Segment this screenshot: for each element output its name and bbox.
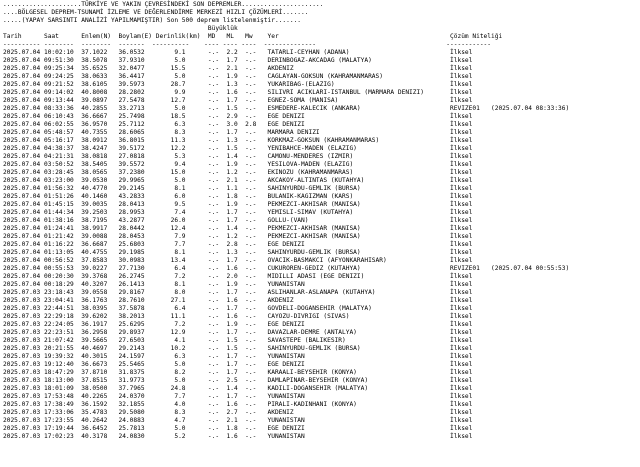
earthquake-row: 2025.07.04 09:24:25 38.0633 36.4417 5.0 …: [3, 73, 473, 80]
earthquake-row: 2025.07.03 22:29:18 39.6202 38.2013 11.1…: [3, 313, 473, 320]
earthquake-row: 2025.07.04 01:51:26 40.1460 43.2833 6.0 …: [3, 193, 473, 200]
earthquake-row: 2025.07.04 03:28:45 38.0565 37.2380 15.0…: [3, 169, 473, 176]
earthquake-row: 2025.07.03 18:13:00 37.8515 31.9773 5.0 …: [3, 377, 473, 384]
header-banner-line-3: .....(YAPAY SARSINTI ANALİZİ YAPILMAMIŞT…: [3, 17, 302, 24]
earthquake-row: 2025.07.03 17:23:55 40.2642 24.0883 4.7 …: [3, 417, 473, 424]
earthquake-row: 2025.07.04 01:44:34 39.2503 28.9953 7.4 …: [3, 209, 473, 216]
earthquake-row: 2025.07.04 00:56:52 37.8583 30.0983 13.4…: [3, 257, 473, 264]
earthquake-row: 2025.07.03 22:23:51 36.2958 29.8937 12.9…: [3, 329, 473, 336]
earthquake-row: 2025.07.03 17:02:23 40.3178 24.0830 5.2 …: [3, 433, 473, 440]
earthquake-row: 2025.07.04 04:21:31 38.0818 27.0818 5.3 …: [3, 153, 473, 160]
magnitude-group-label: Büyüklük: [3, 25, 238, 32]
earthquake-row: 2025.07.04 09:51:30 38.5078 37.9310 5.0 …: [3, 57, 473, 64]
column-headers: Tarih Saat Enlem(N) Boylam(E) Derinlik(k…: [3, 33, 503, 40]
earthquake-row: 2025.07.04 09:14:02 40.8008 28.2802 9.9 …: [3, 89, 473, 96]
earthquake-row: 2025.07.03 17:19:44 36.6452 25.7813 5.0 …: [3, 425, 473, 432]
earthquake-row: 2025.07.03 23:18:43 39.0558 29.8167 8.0 …: [3, 289, 473, 296]
earthquake-row: 2025.07.04 10:02:10 37.1022 36.0532 9.1 …: [3, 49, 473, 56]
earthquake-row: 2025.07.04 01:56:32 40.4770 29.2145 8.1 …: [3, 185, 473, 192]
earthquake-row: 2025.07.03 20:21:55 40.4697 29.2143 10.2…: [3, 345, 473, 352]
earthquake-row: 2025.07.04 08:33:36 40.2855 33.2713 5.0 …: [3, 105, 570, 112]
earthquake-row: 2025.07.03 18:01:09 38.0500 37.7965 24.8…: [3, 385, 473, 392]
earthquake-row: 2025.07.03 17:33:06 35.4783 29.5080 8.3 …: [3, 409, 473, 416]
earthquake-row: 2025.07.03 22:44:51 38.0395 37.5878 6.4 …: [3, 305, 473, 312]
earthquake-row: 2025.07.03 21:07:42 39.5665 27.6503 4.1 …: [3, 337, 473, 344]
earthquake-row: 2025.07.03 17:53:48 40.2265 24.0370 7.7 …: [3, 393, 473, 400]
earthquake-row: 2025.07.03 18:47:29 37.8710 31.8375 8.2 …: [3, 369, 473, 376]
earthquake-row: 2025.07.04 03:50:52 38.5405 39.5572 9.4 …: [3, 161, 473, 168]
earthquake-row: 2025.07.04 09:21:52 38.6105 39.5973 28.7…: [3, 81, 473, 88]
earthquake-row: 2025.07.03 17:38:49 36.1592 32.1855 4.0 …: [3, 401, 473, 408]
earthquake-row: 2025.07.04 01:13:05 40.4755 29.1985 8.1 …: [3, 249, 473, 256]
header-banner-line-2: ....BÖLGESEL DEPREM-TSUNAMİ İZLEME VE DE…: [3, 9, 309, 16]
earthquake-row: 2025.07.04 05:16:17 38.0912 36.8015 11.3…: [3, 137, 473, 144]
earthquake-row: 2025.07.04 01:45:15 39.0035 28.0413 9.5 …: [3, 201, 473, 208]
earthquake-list: .....................TÜRKİYE VE YAKIN ÇE…: [0, 0, 640, 441]
earthquake-row: 2025.07.04 01:21:42 39.0088 28.0453 7.9 …: [3, 233, 473, 240]
earthquake-row: 2025.07.04 06:10:43 36.6667 25.7498 18.5…: [3, 113, 473, 120]
earthquake-row: 2025.07.04 00:18:29 40.3207 26.1413 8.1 …: [3, 281, 473, 288]
earthquake-row: 2025.07.04 09:13:44 39.0897 27.5478 12.7…: [3, 97, 473, 104]
earthquake-row: 2025.07.04 00:20:30 39.3768 26.2745 7.2 …: [3, 273, 473, 280]
earthquake-row: 2025.07.04 01:38:16 38.7195 43.2877 26.0…: [3, 217, 473, 224]
earthquake-row: 2025.07.04 04:38:37 38.4247 39.5172 12.2…: [3, 145, 473, 152]
earthquake-row: 2025.07.04 03:23:00 39.0530 29.9965 5.0 …: [3, 177, 473, 184]
earthquake-row: 2025.07.04 06:02:55 36.9570 25.7112 6.3 …: [3, 121, 473, 128]
earthquake-row: 2025.07.04 01:24:41 38.9917 28.0442 12.4…: [3, 225, 473, 232]
earthquake-row: 2025.07.04 01:16:22 36.6687 25.6803 7.7 …: [3, 241, 473, 248]
earthquake-row: 2025.07.04 09:25:34 35.6525 32.0477 15.5…: [3, 65, 473, 72]
earthquake-row: 2025.07.04 00:55:53 39.0227 27.7130 6.4 …: [3, 265, 570, 272]
header-banner-line-1: .....................TÜRKİYE VE YAKIN ÇE…: [3, 1, 324, 8]
earthquake-row: 2025.07.03 23:04:41 36.1763 28.7610 27.1…: [3, 297, 473, 304]
earthquake-row: 2025.07.03 22:24:05 36.1917 25.6295 7.2 …: [3, 321, 473, 328]
header-rule: ---------- -------- -------- ------- ---…: [3, 41, 491, 48]
earthquake-row: 2025.07.03 19:39:32 40.3015 24.1597 6.3 …: [3, 353, 473, 360]
earthquake-rows: 2025.07.04 10:02:10 37.1022 36.0532 9.1 …: [3, 49, 640, 441]
earthquake-row: 2025.07.04 05:48:57 40.7355 28.6065 8.3 …: [3, 129, 473, 136]
earthquake-row: 2025.07.03 19:12:40 36.6673 25.5465 5.0 …: [3, 361, 473, 368]
